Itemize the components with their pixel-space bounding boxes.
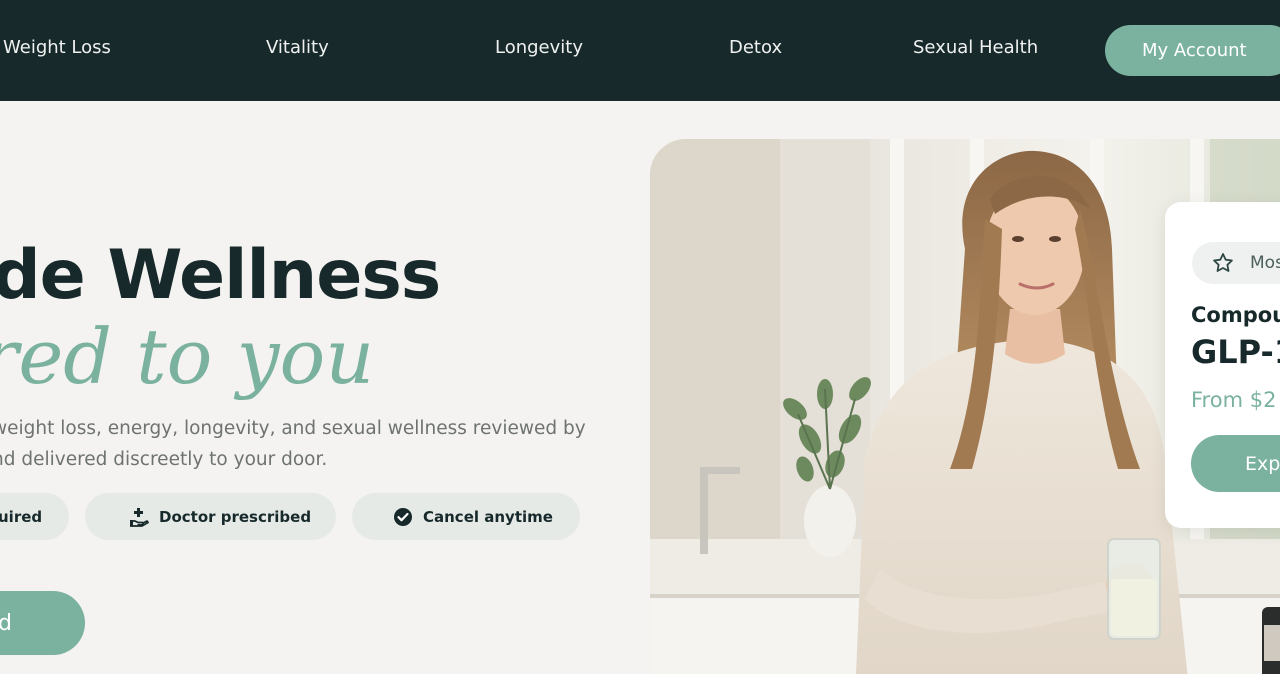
product-price: From $2 — [1191, 388, 1277, 412]
star-icon — [1212, 252, 1234, 274]
hero-description-line-2: nd delivered discreetly to your door. — [0, 449, 328, 470]
product-card: Mos Compou GLP-1 From $2 Expl — [1165, 202, 1280, 528]
product-badge: Mos — [1192, 242, 1280, 284]
product-name: GLP-1 — [1191, 333, 1280, 371]
feature-pill-cancel-anytime: Cancel anytime — [352, 493, 580, 540]
my-account-button[interactable]: My Account — [1105, 25, 1280, 76]
feature-pill-label: Doctor prescribed — [159, 507, 312, 526]
hero-cta-label: d — [0, 610, 12, 636]
nav-link-vitality[interactable]: Vitality — [266, 37, 329, 58]
hero-subtitle: red to you — [0, 312, 375, 401]
nav-link-longevity[interactable]: Longevity — [495, 37, 583, 58]
feature-pill-label: uired — [0, 507, 43, 526]
feature-pill-label: Cancel anytime — [423, 507, 553, 526]
product-explore-button[interactable]: Expl — [1191, 435, 1280, 492]
product-badge-label: Mos — [1250, 253, 1280, 273]
product-kicker: Compou — [1191, 303, 1280, 327]
feature-pill-required: uired — [0, 493, 69, 540]
product-explore-label: Expl — [1245, 452, 1280, 475]
nav-link-sexual-health[interactable]: Sexual Health — [913, 37, 1038, 58]
my-account-label: My Account — [1142, 40, 1247, 61]
hero-title: de Wellness — [0, 236, 441, 315]
top-navigation: Weight Loss Vitality Longevity Detox Sex… — [0, 0, 1280, 101]
hero-cta-button[interactable]: d — [0, 591, 85, 655]
feature-pill-doctor-prescribed: Doctor prescribed — [85, 493, 336, 540]
hero-description-line-1: weight loss, energy, longevity, and sexu… — [0, 418, 586, 439]
check-circle-icon — [393, 507, 413, 527]
nav-link-weight-loss[interactable]: Weight Loss — [3, 37, 111, 58]
nav-link-detox[interactable]: Detox — [729, 37, 782, 58]
hand-medical-icon — [129, 507, 149, 527]
hero-description: weight loss, energy, longevity, and sexu… — [0, 413, 592, 475]
